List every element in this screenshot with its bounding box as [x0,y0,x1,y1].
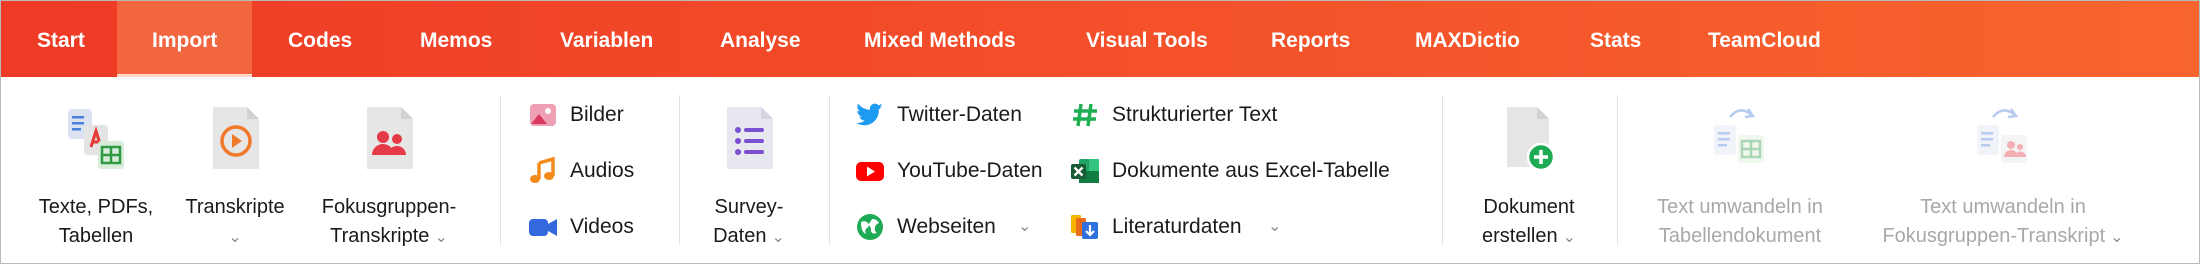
image-icon [530,104,556,126]
label-line: Text umwandeln in [1657,196,1823,218]
divider [829,95,830,245]
music-note-icon [530,157,555,183]
literature-import-icon [1071,215,1098,239]
import-ribbon: Texte, PDFs,Tabellen Transkripte⌄ Foku [1,77,2199,263]
label-line: Dokument [1483,196,1575,218]
web-globe-icon [857,214,883,240]
chevron-down-icon: ⌄ [1268,218,1282,235]
audios-label: Audios [570,159,635,182]
tab-stats[interactable]: Stats [1590,1,1641,77]
convert-to-table-icon [1714,108,1764,163]
dokument-erstellen-button[interactable]: Dokument erstellen ⌄ [1451,77,1607,263]
tab-mixed-methods[interactable]: Mixed Methods [864,1,1016,77]
chevron-down-icon: ⌄ [771,229,785,246]
new-document-icon [1507,107,1556,172]
chevron-down-icon: ⌄ [1562,229,1576,246]
webseiten-label: Webseiten [897,215,996,238]
excel-icon [1071,159,1099,183]
youtube-label: YouTube-Daten [897,159,1043,182]
literaturdaten-label: Literaturdaten [1112,215,1242,238]
hashtag-icon [1073,103,1097,127]
survey-list-icon [727,107,773,169]
import-survey-button[interactable]: Survey- Daten ⌄ [689,77,809,263]
chevron-down-icon: ⌄ [2110,229,2124,246]
label-line: Daten [713,225,767,247]
tab-visual-tools[interactable]: Visual Tools [1086,1,1208,77]
focus-group-transcript-icon [367,107,413,169]
tab-reports[interactable]: Reports [1271,1,1350,77]
tab-start[interactable]: Start [37,1,85,77]
convert-to-focus-group-icon [1977,108,2027,163]
transcript-icon [213,107,259,169]
tab-maxdictio[interactable]: MAXDictio [1415,1,1520,77]
app-window: Start Import Codes Memos Variablen Analy… [0,0,2200,264]
label-line: Tabellen [58,225,134,247]
video-camera-icon [529,219,557,236]
ribbon-tab-bar: Start Import Codes Memos Variablen Analy… [1,1,2199,77]
divider [500,95,501,245]
label-line: Text umwandeln in [1920,196,2086,218]
label-line: Tabellendokument [1658,225,1822,247]
divider [1617,95,1618,245]
label-line: Fokusgruppen-Transkript [1882,225,2106,247]
chevron-down-icon: ⌄ [1018,218,1032,235]
tab-import[interactable]: Import [117,1,253,77]
twitter-label: Twitter-Daten [897,103,1022,126]
label-line: Fokusgruppen- [321,196,457,218]
videos-label: Videos [570,215,634,238]
label-line: erstellen [1481,225,1558,247]
tab-codes[interactable]: Codes [288,1,352,77]
tab-memos[interactable]: Memos [420,1,492,77]
label-line: Transkripte [185,196,285,218]
bilder-label: Bilder [570,103,624,126]
import-texte-button[interactable]: Texte, PDFs, Tabellen [23,77,169,263]
text-pdf-table-icon [68,109,124,169]
excel-label: Dokumente aus Excel-Tabelle [1112,159,1390,182]
divider [1442,95,1443,245]
label-line: Texte, PDFs, [38,196,154,218]
strukturierter-text-label: Strukturierter Text [1112,103,1278,126]
tab-teamcloud[interactable]: TeamCloud [1708,1,1821,77]
label-line: Survey- [714,196,784,218]
chevron-down-icon: ⌄ [228,229,242,246]
tab-analyse[interactable]: Analyse [720,1,801,77]
tab-variablen[interactable]: Variablen [560,1,653,77]
twitter-bird-icon [856,103,883,126]
text-umwandeln-fokusgruppen-button[interactable]: Text umwandeln in Fokusgruppen-Transkript… [1859,77,2147,263]
import-transkripte-button[interactable]: Transkripte ⌄ [173,77,297,263]
text-umwandeln-tabelle-button[interactable]: Text umwandeln in Tabellendokument [1631,77,1849,263]
label-line: Transkripte [330,225,430,247]
divider [679,95,680,245]
chevron-down-icon: ⌄ [434,229,448,246]
import-fokusgruppen-button[interactable]: Fokusgruppen- Transkripte ⌄ [301,77,477,263]
youtube-icon [856,162,884,181]
